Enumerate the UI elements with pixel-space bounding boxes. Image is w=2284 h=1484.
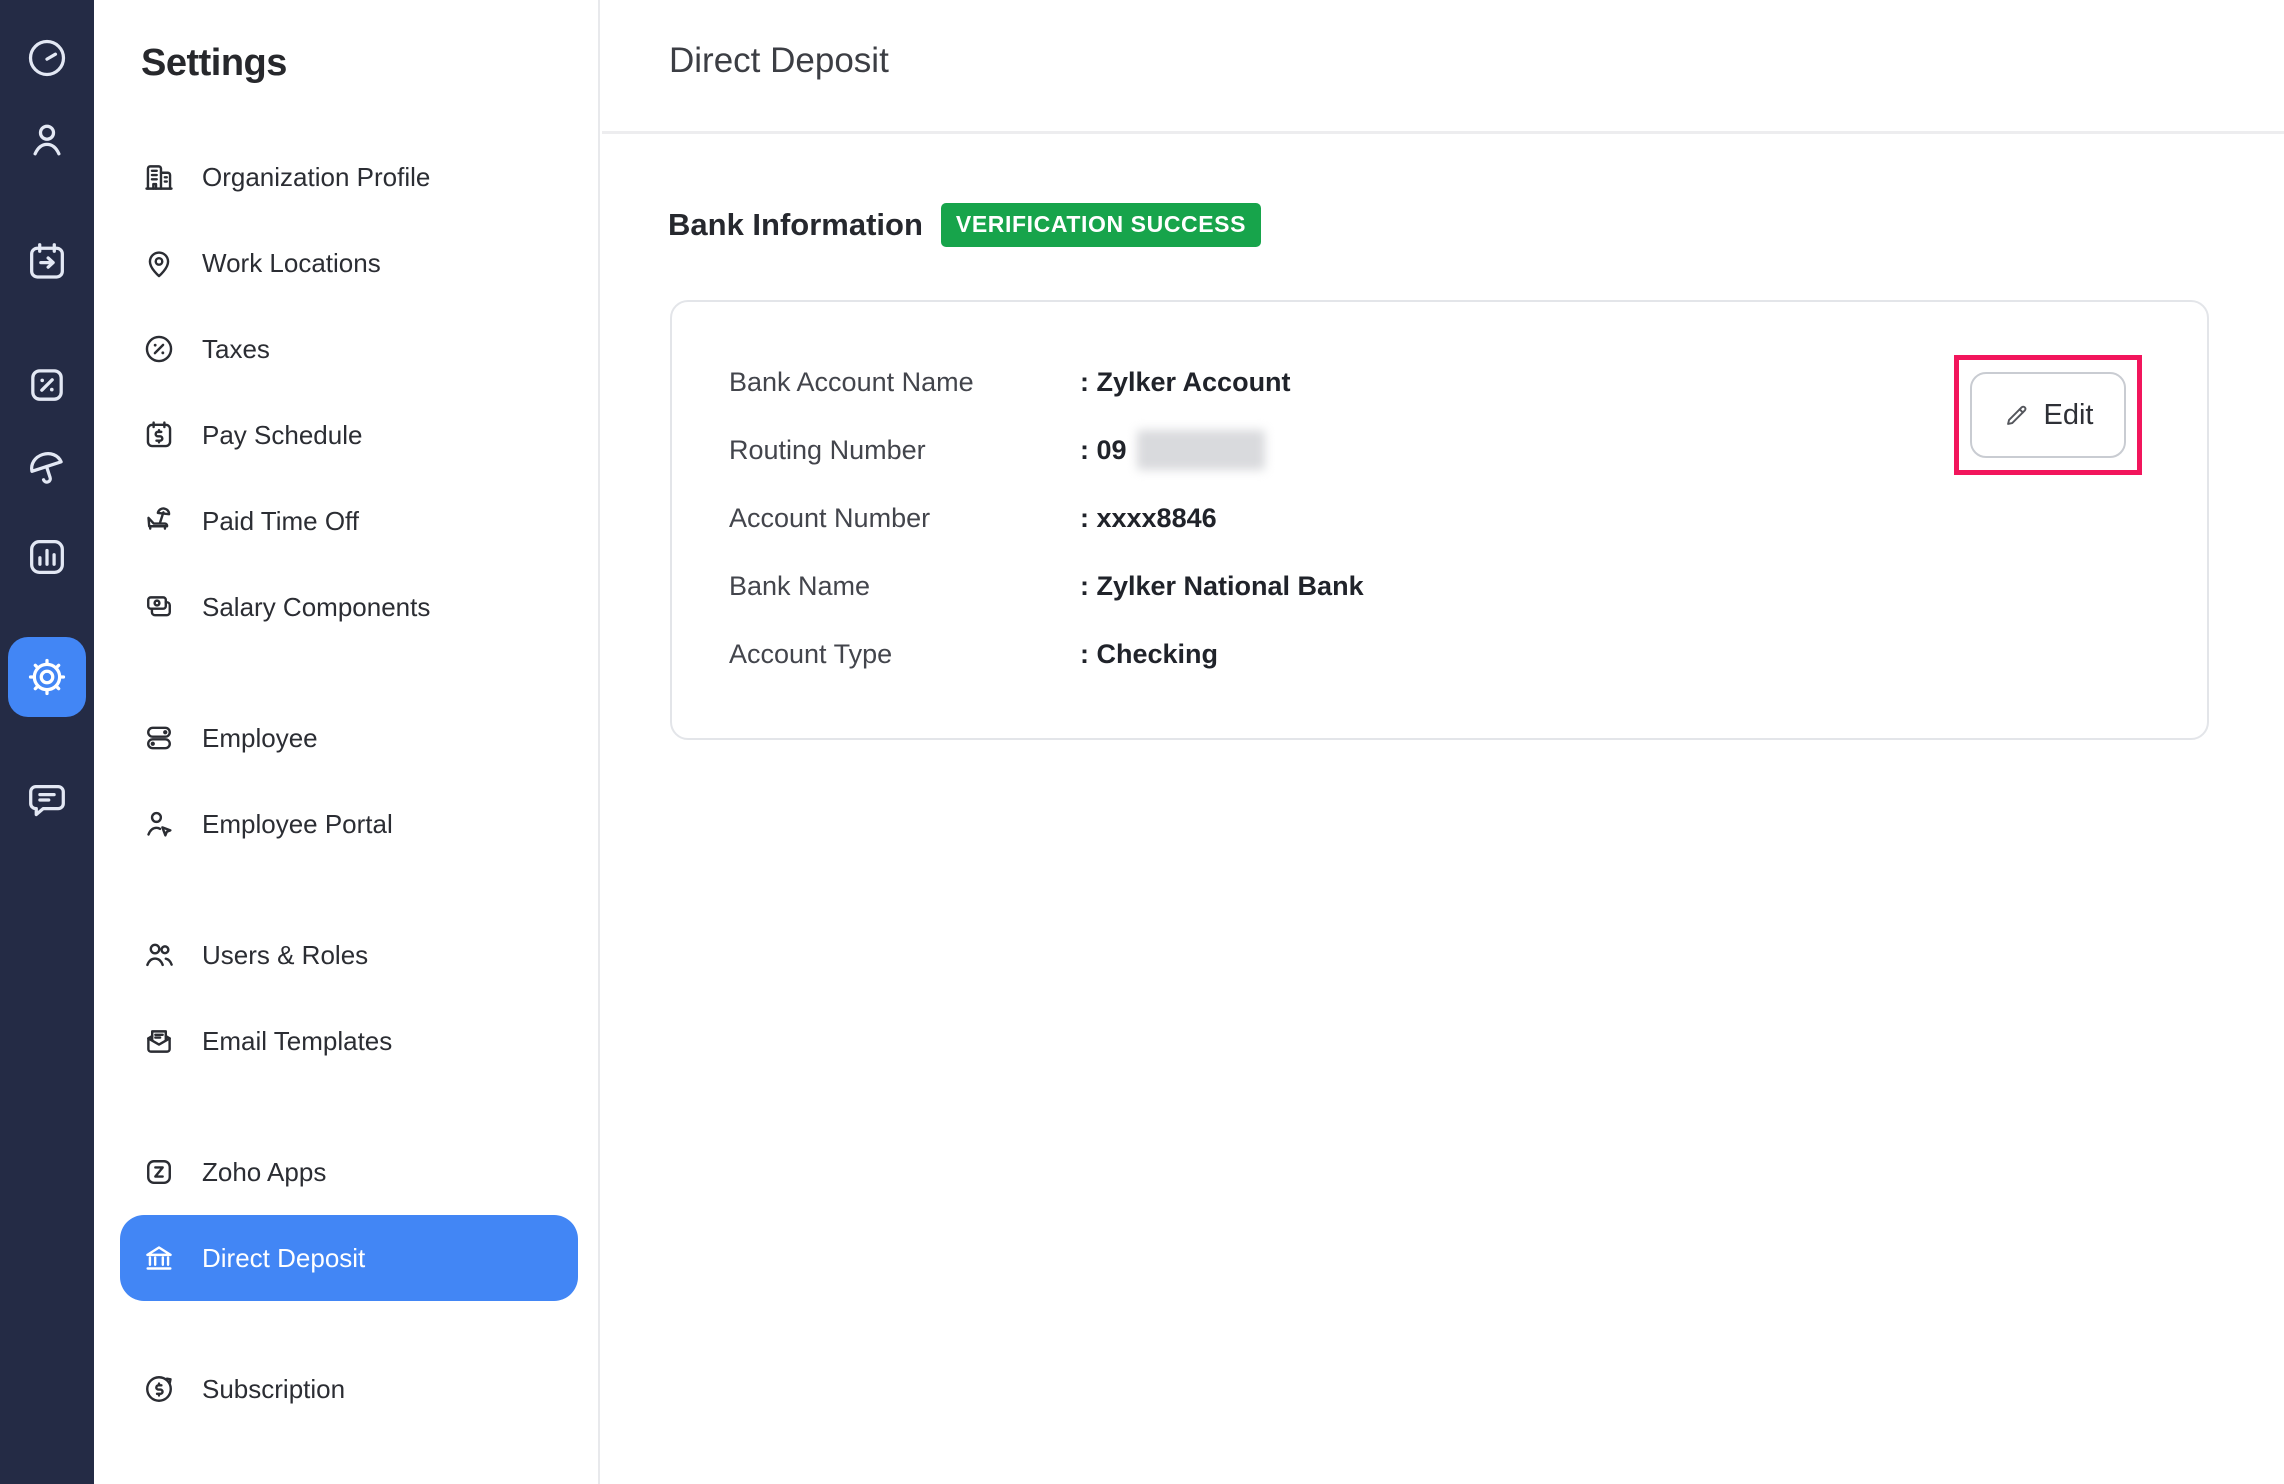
settings-nav: Organization Profile Work Locations Taxes P… bbox=[94, 134, 598, 1432]
header-divider bbox=[602, 131, 2284, 134]
umbrella-icon bbox=[24, 445, 70, 491]
sidebar-item-label: Work Locations bbox=[202, 248, 381, 279]
gauge-icon bbox=[24, 35, 70, 81]
calendar-arrow-icon bbox=[24, 239, 70, 285]
sidebar-item-taxes[interactable]: Taxes bbox=[120, 306, 578, 392]
sidebar-item-zoho-apps[interactable]: Zoho Apps bbox=[120, 1129, 578, 1215]
detail-value: : xxxx8846 bbox=[1080, 503, 1217, 534]
bank-detail-rows: Bank Account Name: Zylker AccountRouting… bbox=[729, 348, 1364, 688]
nav-group-spacer bbox=[94, 1084, 598, 1129]
bank-detail-row: Account Number: xxxx8846 bbox=[729, 484, 1364, 552]
pencil-icon bbox=[2003, 402, 2030, 429]
dollar-cycle-icon bbox=[142, 1372, 176, 1406]
beach-chair-icon bbox=[142, 504, 176, 538]
building-icon bbox=[142, 160, 176, 194]
sidebar-item-organization-profile[interactable]: Organization Profile bbox=[120, 134, 578, 220]
sidebar-item-label: Taxes bbox=[202, 334, 270, 365]
detail-value: : Zylker Account bbox=[1080, 367, 1291, 398]
toggles-icon bbox=[142, 721, 176, 755]
detail-label: Routing Number bbox=[729, 435, 1080, 466]
settings-title: Settings bbox=[141, 42, 287, 85]
main-content: Direct Deposit Bank Information VERIFICA… bbox=[602, 0, 2284, 1484]
gear-icon bbox=[24, 654, 70, 700]
rail-item-chat[interactable] bbox=[24, 777, 70, 823]
rail-item-gauge[interactable] bbox=[24, 35, 70, 81]
sidebar-item-label: Email Templates bbox=[202, 1026, 392, 1057]
sidebar-item-users-roles[interactable]: Users & Roles bbox=[120, 912, 578, 998]
sidebar-item-label: Direct Deposit bbox=[202, 1243, 365, 1274]
file-percent-icon bbox=[24, 362, 70, 408]
edit-highlight-annotation: Edit bbox=[1954, 355, 2142, 475]
rail-item-bar-chart[interactable] bbox=[24, 534, 70, 580]
users-icon bbox=[142, 938, 176, 972]
chat-icon bbox=[24, 777, 70, 823]
bank-detail-row: Bank Name: Zylker National Bank bbox=[729, 552, 1364, 620]
sidebar-item-label: Employee Portal bbox=[202, 809, 393, 840]
bank-detail-row: Bank Account Name: Zylker Account bbox=[729, 348, 1364, 416]
sidebar-item-label: Organization Profile bbox=[202, 162, 430, 193]
sidebar-item-work-locations[interactable]: Work Locations bbox=[120, 220, 578, 306]
sidebar-item-label: Employee bbox=[202, 723, 318, 754]
detail-label: Bank Name bbox=[729, 571, 1080, 602]
rail-item-user[interactable] bbox=[24, 117, 70, 163]
edit-button-label: Edit bbox=[2044, 399, 2094, 432]
app-icon-rail bbox=[0, 0, 94, 1484]
verification-status-badge: VERIFICATION SUCCESS bbox=[941, 203, 1261, 247]
bank-information-header: Bank Information VERIFICATION SUCCESS bbox=[668, 203, 1261, 247]
sidebar-item-direct-deposit[interactable]: Direct Deposit bbox=[120, 1215, 578, 1301]
user-icon bbox=[24, 117, 70, 163]
redacted-value-blur bbox=[1137, 430, 1265, 470]
calendar-dollar-icon bbox=[142, 418, 176, 452]
sidebar-item-label: Paid Time Off bbox=[202, 506, 359, 537]
sidebar-item-employee-portal[interactable]: Employee Portal bbox=[120, 781, 578, 867]
sidebar-item-label: Zoho Apps bbox=[202, 1157, 326, 1188]
detail-value: : Checking bbox=[1080, 639, 1218, 670]
wallet-icon bbox=[142, 590, 176, 624]
person-cursor-icon bbox=[142, 807, 176, 841]
sidebar-item-paid-time-off[interactable]: Paid Time Off bbox=[120, 478, 578, 564]
bank-info-card: Bank Account Name: Zylker AccountRouting… bbox=[670, 300, 2209, 740]
bank-detail-row: Routing Number: 09 bbox=[729, 416, 1364, 484]
zoho-z-icon bbox=[142, 1155, 176, 1189]
rail-item-umbrella[interactable] bbox=[24, 445, 70, 491]
detail-label: Bank Account Name bbox=[729, 367, 1080, 398]
sidebar-item-employee[interactable]: Employee bbox=[120, 695, 578, 781]
mail-open-icon bbox=[142, 1024, 176, 1058]
bar-chart-icon bbox=[24, 534, 70, 580]
page-title: Direct Deposit bbox=[669, 41, 889, 81]
detail-label: Account Type bbox=[729, 639, 1080, 670]
sidebar-item-email-templates[interactable]: Email Templates bbox=[120, 998, 578, 1084]
settings-sidebar: Settings Organization Profile Work Locati… bbox=[94, 0, 600, 1484]
bank-detail-row: Account Type: Checking bbox=[729, 620, 1364, 688]
sidebar-item-label: Users & Roles bbox=[202, 940, 368, 971]
nav-group-spacer bbox=[94, 650, 598, 695]
sidebar-item-pay-schedule[interactable]: Pay Schedule bbox=[120, 392, 578, 478]
detail-value: : Zylker National Bank bbox=[1080, 571, 1364, 602]
percent-circle-icon bbox=[142, 332, 176, 366]
app-window: Settings Organization Profile Work Locati… bbox=[0, 0, 2284, 1484]
rail-item-file-percent[interactable] bbox=[24, 362, 70, 408]
sidebar-item-label: Salary Components bbox=[202, 592, 430, 623]
nav-group-spacer bbox=[94, 1301, 598, 1346]
nav-group-spacer bbox=[94, 867, 598, 912]
map-pin-icon bbox=[142, 246, 176, 280]
sidebar-item-label: Subscription bbox=[202, 1374, 345, 1405]
detail-label: Account Number bbox=[729, 503, 1080, 534]
sidebar-item-salary-components[interactable]: Salary Components bbox=[120, 564, 578, 650]
sidebar-item-label: Pay Schedule bbox=[202, 420, 362, 451]
rail-item-calendar-arrow[interactable] bbox=[24, 239, 70, 285]
section-title: Bank Information bbox=[668, 207, 923, 243]
bank-icon bbox=[142, 1241, 176, 1275]
detail-value: : 09 bbox=[1080, 430, 1265, 470]
rail-item-gear[interactable] bbox=[8, 637, 86, 717]
edit-button[interactable]: Edit bbox=[1970, 372, 2126, 458]
sidebar-item-subscription[interactable]: Subscription bbox=[120, 1346, 578, 1432]
